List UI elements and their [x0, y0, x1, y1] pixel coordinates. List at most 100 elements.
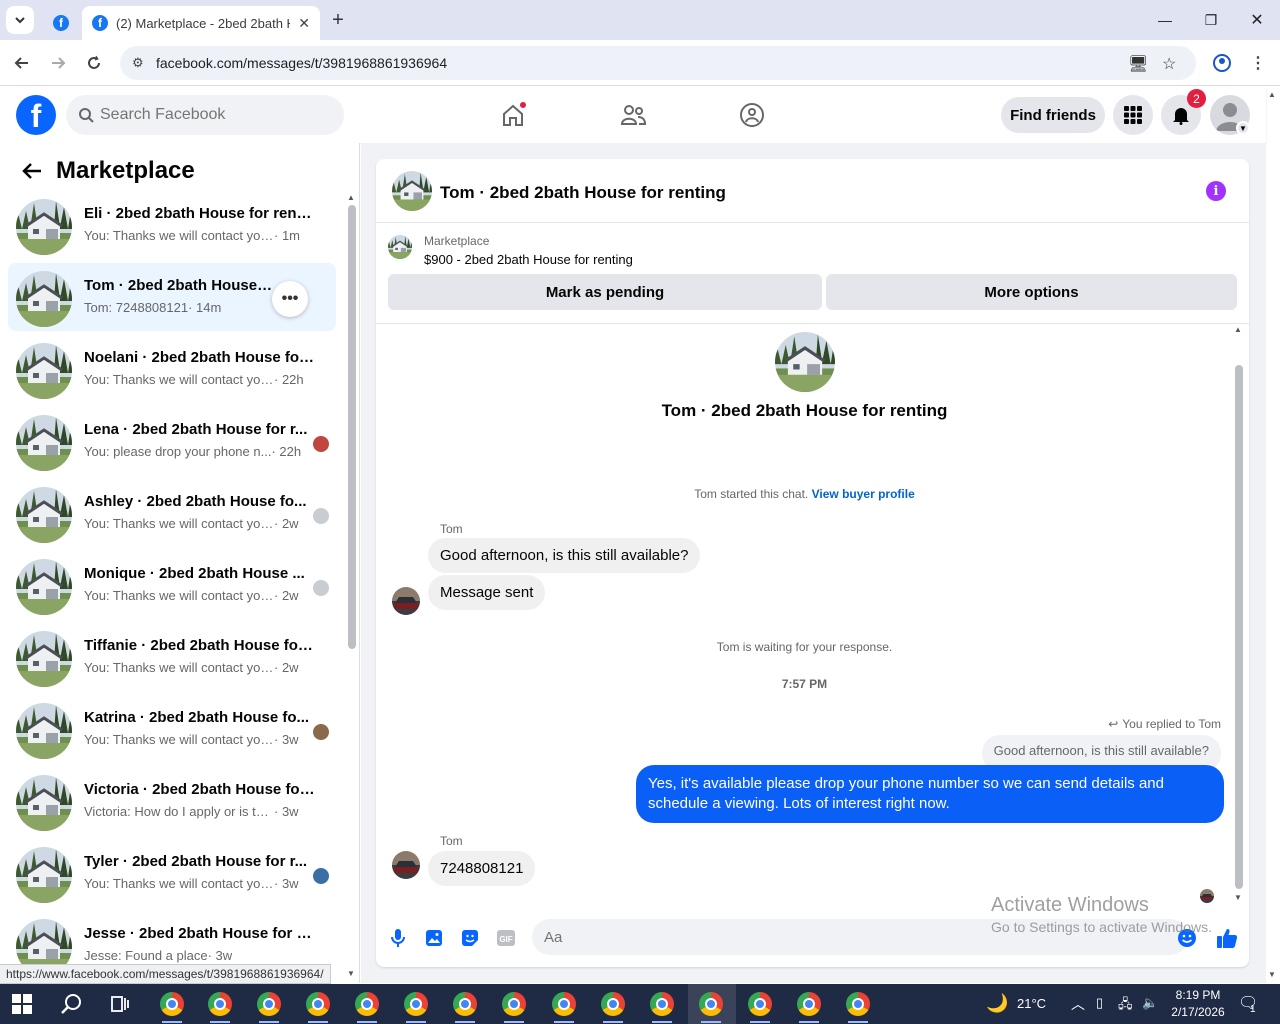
chrome-taskbar-icon[interactable]	[650, 992, 674, 1016]
account-chevron-icon[interactable]: ▼	[1236, 121, 1250, 135]
outgoing-message[interactable]: Yes, it's available please drop your pho…	[636, 765, 1224, 823]
forward-button[interactable]	[44, 49, 72, 77]
taskbar-date[interactable]: 2/17/2026	[1164, 1005, 1232, 1019]
conversation-preview: You: Thanks we will contact you ...	[84, 516, 274, 531]
chrome-taskbar-icon[interactable]	[355, 992, 379, 1016]
conversation-name: Tom · 2bed 2bath House for renting	[84, 277, 274, 294]
conversation-item[interactable]: Katrina · 2bed 2bath House fo... You: Tha…	[8, 695, 336, 763]
mark-as-pending-button[interactable]: Mark as pending	[388, 274, 822, 310]
tray-chevron-up-icon[interactable]: ︿	[1071, 994, 1085, 1014]
conversation-item[interactable]: Victoria · 2bed 2bath House for ... Victo…	[8, 767, 336, 835]
gif-button[interactable]: GIF	[495, 927, 517, 949]
chrome-taskbar-icon[interactable]	[502, 992, 526, 1016]
scroll-down-arrow[interactable]: ▼	[347, 969, 355, 978]
chrome-taskbar-icon[interactable]	[797, 992, 821, 1016]
pinned-tab-facebook[interactable]: f	[40, 6, 82, 40]
chat-scroll-down-arrow[interactable]: ▼	[1234, 893, 1242, 902]
chrome-taskbar-icon[interactable]	[208, 992, 232, 1016]
page-scroll-up-arrow[interactable]: ▲	[1268, 90, 1276, 99]
conversation-item[interactable]: Monique · 2bed 2bath House ... You: Thank…	[8, 551, 336, 619]
scroll-up-arrow[interactable]: ▲	[347, 193, 355, 202]
chrome-taskbar-icon[interactable]	[601, 992, 625, 1016]
reload-button[interactable]	[80, 49, 108, 77]
groups-nav[interactable]	[736, 99, 768, 131]
chrome-taskbar-icon[interactable]	[453, 992, 477, 1016]
find-friends-button[interactable]: Find friends	[1001, 97, 1105, 133]
incoming-message[interactable]: 7248808121	[428, 851, 536, 886]
incoming-message[interactable]: Good afternoon, is this still available?	[428, 538, 701, 573]
chat-scroll-up-arrow[interactable]: ▲	[1234, 325, 1242, 334]
conversation-item[interactable]: Tyler · 2bed 2bath House for r... You: Th…	[8, 839, 336, 907]
chat-scrollbar[interactable]	[1235, 365, 1243, 889]
running-indicator	[504, 1021, 524, 1023]
info-icon[interactable]: i	[1206, 181, 1226, 201]
reply-note-text: You replied to Tom	[1122, 717, 1221, 731]
back-button[interactable]	[8, 49, 36, 77]
conversation-item[interactable]: Tom · 2bed 2bath House for renting Tom: 7…	[8, 263, 336, 331]
taskbar-time[interactable]: 8:19 PM	[1168, 988, 1228, 1002]
chrome-icon	[552, 992, 576, 1016]
chrome-taskbar-icon[interactable]	[306, 992, 330, 1016]
site-settings-icon[interactable]: ⚙	[132, 55, 144, 71]
chrome-taskbar-icon[interactable]	[699, 992, 723, 1016]
volume-muted-icon[interactable]: 🔈	[1142, 995, 1158, 1011]
weather-moon-icon[interactable]: 🌙	[986, 993, 1008, 1014]
incoming-message[interactable]: Message sent	[428, 575, 546, 610]
sender-avatar[interactable]	[392, 587, 420, 615]
facebook-logo[interactable]: f	[16, 95, 56, 135]
chrome-taskbar-icon[interactable]	[160, 992, 184, 1016]
conversation-item[interactable]: Ashley · 2bed 2bath House fo... You: Than…	[8, 479, 336, 547]
view-buyer-profile-link[interactable]: View buyer profile	[812, 487, 915, 501]
search-box[interactable]	[66, 95, 344, 135]
page-scroll-down-arrow[interactable]: ▼	[1268, 970, 1276, 979]
friends-nav[interactable]	[617, 99, 649, 131]
home-nav[interactable]	[497, 99, 529, 131]
close-window-button[interactable]: ✕	[1234, 6, 1280, 34]
conversation-item[interactable]: Eli · 2bed 2bath House for renting You: T…	[8, 191, 336, 259]
minimize-button[interactable]: —	[1142, 6, 1188, 34]
voice-clip-button[interactable]	[387, 927, 409, 949]
more-options-icon[interactable]: •••	[272, 281, 308, 317]
conversation-item[interactable]: Lena · 2bed 2bath House for r... You: ple…	[8, 407, 336, 475]
install-app-icon[interactable]: 🖥	[1128, 54, 1148, 74]
chrome-taskbar-icon[interactable]	[846, 992, 870, 1016]
bookmark-star-icon[interactable]: ☆	[1162, 54, 1176, 74]
start-button[interactable]	[12, 994, 32, 1019]
listing-title[interactable]: $900 - 2bed 2bath House for renting	[424, 252, 633, 267]
facebook-header: f Find friends 2 ▼	[0, 87, 1266, 143]
chrome-taskbar-icon[interactable]	[552, 992, 576, 1016]
chrome-taskbar-icon[interactable]	[404, 992, 428, 1016]
tab-marketplace[interactable]: f (2) Marketplace - 2bed 2bath H ✕	[82, 6, 320, 40]
chat-avatar[interactable]	[392, 171, 432, 211]
tab-search-dropdown[interactable]	[6, 6, 34, 34]
device-icon[interactable]: ▯	[1096, 995, 1103, 1011]
chat-title[interactable]: Tom · 2bed 2bath House for renting	[440, 183, 726, 203]
more-options-button[interactable]: More options	[826, 274, 1237, 310]
tab-close-icon[interactable]: ✕	[298, 15, 310, 32]
new-tab-button[interactable]: +	[326, 8, 350, 32]
back-arrow-icon[interactable]	[22, 162, 42, 180]
menu-button[interactable]	[1113, 95, 1153, 135]
chrome-taskbar-icon[interactable]	[257, 992, 281, 1016]
search-taskbar-button[interactable]	[60, 992, 84, 1016]
attach-media-button[interactable]	[423, 927, 445, 949]
network-icon[interactable]: 🖧	[1118, 995, 1133, 1017]
address-bar[interactable]: ⚙ facebook.com/messages/t/39819688619369…	[120, 46, 1196, 80]
restore-button[interactable]: ❐	[1188, 6, 1234, 34]
profile-icon[interactable]	[1208, 49, 1236, 77]
conversation-scrollbar[interactable]	[348, 205, 356, 649]
listing-thumbnail[interactable]	[388, 235, 412, 259]
like-button[interactable]	[1216, 927, 1238, 949]
chat-header: Tom · 2bed 2bath House for renting i	[376, 159, 1249, 223]
task-view-button[interactable]	[108, 992, 132, 1016]
sticker-button[interactable]	[459, 927, 481, 949]
chrome-taskbar-icon[interactable]	[748, 992, 772, 1016]
chrome-icon	[257, 992, 281, 1016]
sender-name: Tom	[440, 834, 463, 848]
weather-temperature[interactable]: 21°C	[1017, 996, 1046, 1011]
browser-menu-icon[interactable]: ⋮	[1244, 49, 1272, 77]
conversation-item[interactable]: Tiffanie · 2bed 2bath House for ... You: …	[8, 623, 336, 691]
conversation-item[interactable]: Noelani · 2bed 2bath House for ... You: T…	[8, 335, 336, 403]
search-input[interactable]	[100, 106, 320, 124]
sender-avatar[interactable]	[392, 851, 420, 879]
